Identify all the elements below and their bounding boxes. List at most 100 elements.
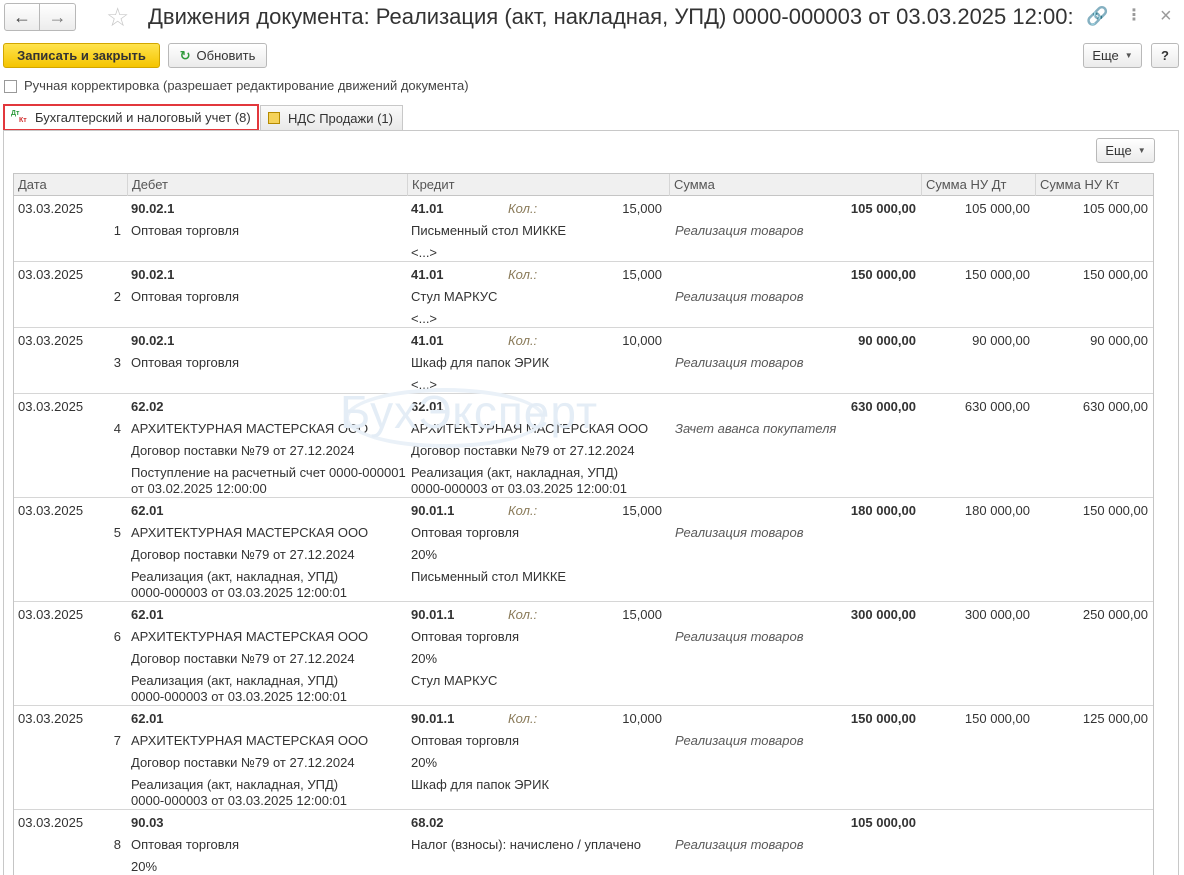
column-header-date[interactable]: Дата — [14, 174, 128, 196]
cell-credit-subconto: Реализация (акт, накладная, УПД) — [411, 465, 619, 480]
column-header-sum-nu-dt[interactable]: Сумма НУ Дт — [922, 174, 1036, 196]
cell-qty: 10,000 — [622, 333, 662, 348]
cell-sum-nu-dt: 630 000,00 — [964, 399, 1030, 414]
more-button[interactable]: Еще ▼ — [1083, 43, 1142, 68]
kebab-icon[interactable]: ⋮ — [1126, 6, 1142, 26]
cell-sum-nu-kt: 125 000,00 — [1082, 711, 1148, 726]
cell-credit-subconto: Письменный стол МИККЕ — [411, 223, 567, 238]
table-more-button[interactable]: Еще ▼ — [1096, 138, 1155, 163]
cell-debit-subconto: Оптовая торговля — [131, 289, 240, 304]
cell-sum-nu-kt: 630 000,00 — [1082, 399, 1148, 414]
cell-credit-subconto: Шкаф для папок ЭРИК — [411, 355, 550, 370]
cell-sum: 90 000,00 — [858, 333, 916, 348]
postings-table[interactable]: Дата Дебет Кредит Сумма Сумма НУ Дт Сумм… — [13, 173, 1154, 875]
cell-content: Реализация товаров — [675, 355, 804, 370]
forward-button[interactable]: → — [40, 3, 76, 31]
cell-credit-subconto: Оптовая торговля — [411, 733, 520, 748]
cell-sum-nu-dt: 105 000,00 — [964, 201, 1030, 216]
cell-credit-account: 90.01.1 — [411, 711, 455, 726]
cell-credit-account: 41.01 — [411, 267, 444, 282]
cell-sum-nu-kt: 150 000,00 — [1082, 267, 1148, 282]
cell-qty: 15,000 — [622, 267, 662, 282]
cell-sum: 150 000,00 — [850, 711, 916, 726]
star-icon[interactable]: ☆ — [106, 3, 129, 31]
tab-accounting[interactable]: Дт Кт Бухгалтерский и налоговый учет (8) — [3, 104, 259, 131]
refresh-button[interactable]: ↻ Обновить — [168, 43, 267, 68]
cell-credit-subconto: 20% — [411, 547, 438, 562]
table-more-label: Еще — [1105, 143, 1132, 158]
cell-credit-subconto: Шкаф для папок ЭРИК — [411, 777, 550, 792]
cell-content: Реализация товаров — [675, 289, 804, 304]
cell-credit-subconto: 0000-000003 от 03.03.2025 12:00:01 — [411, 481, 628, 496]
table-row[interactable]: 03.03.2025 2 90.02.1 Оптовая торговля 41.01 С… — [14, 262, 1153, 328]
window-title: Движения документа: Реализация (акт, нак… — [148, 4, 1073, 29]
cell-credit-subconto: Налог (взносы): начислено / уплачено — [411, 837, 641, 852]
cell-credit-account: 90.01.1 — [411, 503, 455, 518]
link-icon[interactable]: 🔗 — [1086, 6, 1108, 26]
column-header-sum-nu-kt[interactable]: Сумма НУ Кт — [1036, 174, 1153, 196]
help-button[interactable]: ? — [1151, 43, 1179, 68]
cell-debit-subconto: 20% — [131, 859, 158, 874]
manual-edit-label: Ручная корректировка (разрешает редактир… — [24, 78, 469, 93]
table-row[interactable]: 03.03.2025 5 62.01 АРХИТЕКТУРНАЯ МАСТЕРСКАЯ… — [14, 498, 1153, 602]
arrow-right-icon: → — [48, 6, 67, 27]
column-header-credit[interactable]: Кредит — [408, 174, 670, 196]
table-row[interactable]: 03.03.2025 3 90.02.1 Оптовая торговля 41.01 Ш… — [14, 328, 1153, 394]
cell-sum: 150 000,00 — [850, 267, 916, 282]
cell-sum-nu-dt: 300 000,00 — [964, 607, 1030, 622]
cell-debit-subconto: Договор поставки №79 от 27.12.2024 — [131, 651, 355, 666]
cell-debit-account: 90.03 — [131, 815, 164, 830]
cell-row-number: 3 — [113, 355, 121, 370]
cell-date: 03.03.2025 — [18, 607, 84, 622]
cell-credit-subconto: Оптовая торговля — [411, 629, 520, 644]
cell-debit-subconto: Поступление на расчетный счет 0000-00000… — [131, 465, 406, 480]
cell-debit-subconto: Оптовая торговля — [131, 355, 240, 370]
caret-down-icon: ▼ — [1137, 146, 1146, 155]
table-row[interactable]: 03.03.2025 4 62.02 АРХИТЕКТУРНАЯ МАСТЕРСКАЯ… — [14, 394, 1153, 498]
caret-down-icon: ▼ — [1124, 51, 1133, 60]
back-button[interactable]: ← — [4, 3, 40, 31]
cell-credit-subconto: Договор поставки №79 от 27.12.2024 — [411, 443, 635, 458]
cell-content: Реализация товаров — [675, 223, 804, 238]
cell-debit-account: 90.02.1 — [131, 267, 175, 282]
cell-debit-subconto: Оптовая торговля — [131, 837, 240, 852]
more-label: Еще — [1092, 48, 1119, 63]
cell-sum: 105 000,00 — [850, 815, 916, 830]
column-header-debit[interactable]: Дебет — [128, 174, 408, 196]
cell-debit-subconto: АРХИТЕКТУРНАЯ МАСТЕРСКАЯ ООО — [131, 421, 369, 436]
cell-date: 03.03.2025 — [18, 711, 84, 726]
cell-row-number: 6 — [113, 629, 121, 644]
cell-debit-account: 62.01 — [131, 711, 164, 726]
table-row[interactable]: 03.03.2025 8 90.03 Оптовая торговля 20% 68.02… — [14, 810, 1153, 875]
cell-content: Реализация товаров — [675, 525, 804, 540]
cell-date: 03.03.2025 — [18, 201, 84, 216]
cell-debit-subconto: от 03.02.2025 12:00:00 — [131, 481, 267, 496]
cell-debit-account: 90.02.1 — [131, 333, 175, 348]
tab-vat-sales[interactable]: НДС Продажи (1) — [260, 105, 403, 130]
cell-qty: 15,000 — [622, 201, 662, 216]
cell-sum-nu-kt: 105 000,00 — [1082, 201, 1148, 216]
cell-debit-subconto: Договор поставки №79 от 27.12.2024 — [131, 443, 355, 458]
table-row[interactable]: 03.03.2025 6 62.01 АРХИТЕКТУРНАЯ МАСТЕРСКАЯ… — [14, 602, 1153, 706]
tab-accounting-label: Бухгалтерский и налоговый учет (8) — [35, 110, 251, 125]
cell-debit-subconto: АРХИТЕКТУРНАЯ МАСТЕРСКАЯ ООО — [131, 733, 369, 748]
table-row[interactable]: 03.03.2025 7 62.01 АРХИТЕКТУРНАЯ МАСТЕРСКАЯ… — [14, 706, 1153, 810]
cell-sum: 300 000,00 — [850, 607, 916, 622]
cell-date: 03.03.2025 — [18, 815, 84, 830]
cell-content: Реализация товаров — [675, 629, 804, 644]
cell-date: 03.03.2025 — [18, 333, 84, 348]
manual-edit-checkbox[interactable] — [4, 80, 17, 93]
cell-sum-nu-kt: 90 000,00 — [1090, 333, 1148, 348]
cell-credit-more: <...> — [411, 311, 438, 326]
column-header-sum[interactable]: Сумма — [670, 174, 922, 196]
cell-qty-label: Кол.: — [508, 201, 538, 216]
table-row[interactable]: 03.03.2025 1 90.02.1 Оптовая торговля 41.01 П… — [14, 196, 1153, 262]
cell-debit-account: 62.02 — [131, 399, 164, 414]
cell-qty-label: Кол.: — [508, 267, 538, 282]
cell-qty-label: Кол.: — [508, 711, 538, 726]
close-icon[interactable]: × — [1160, 6, 1172, 26]
cell-debit-account: 62.01 — [131, 607, 164, 622]
save-close-button[interactable]: Записать и закрыть — [3, 43, 160, 68]
cell-credit-more: <...> — [411, 245, 438, 260]
cell-debit-subconto: 0000-000003 от 03.03.2025 12:00:01 — [131, 793, 348, 808]
